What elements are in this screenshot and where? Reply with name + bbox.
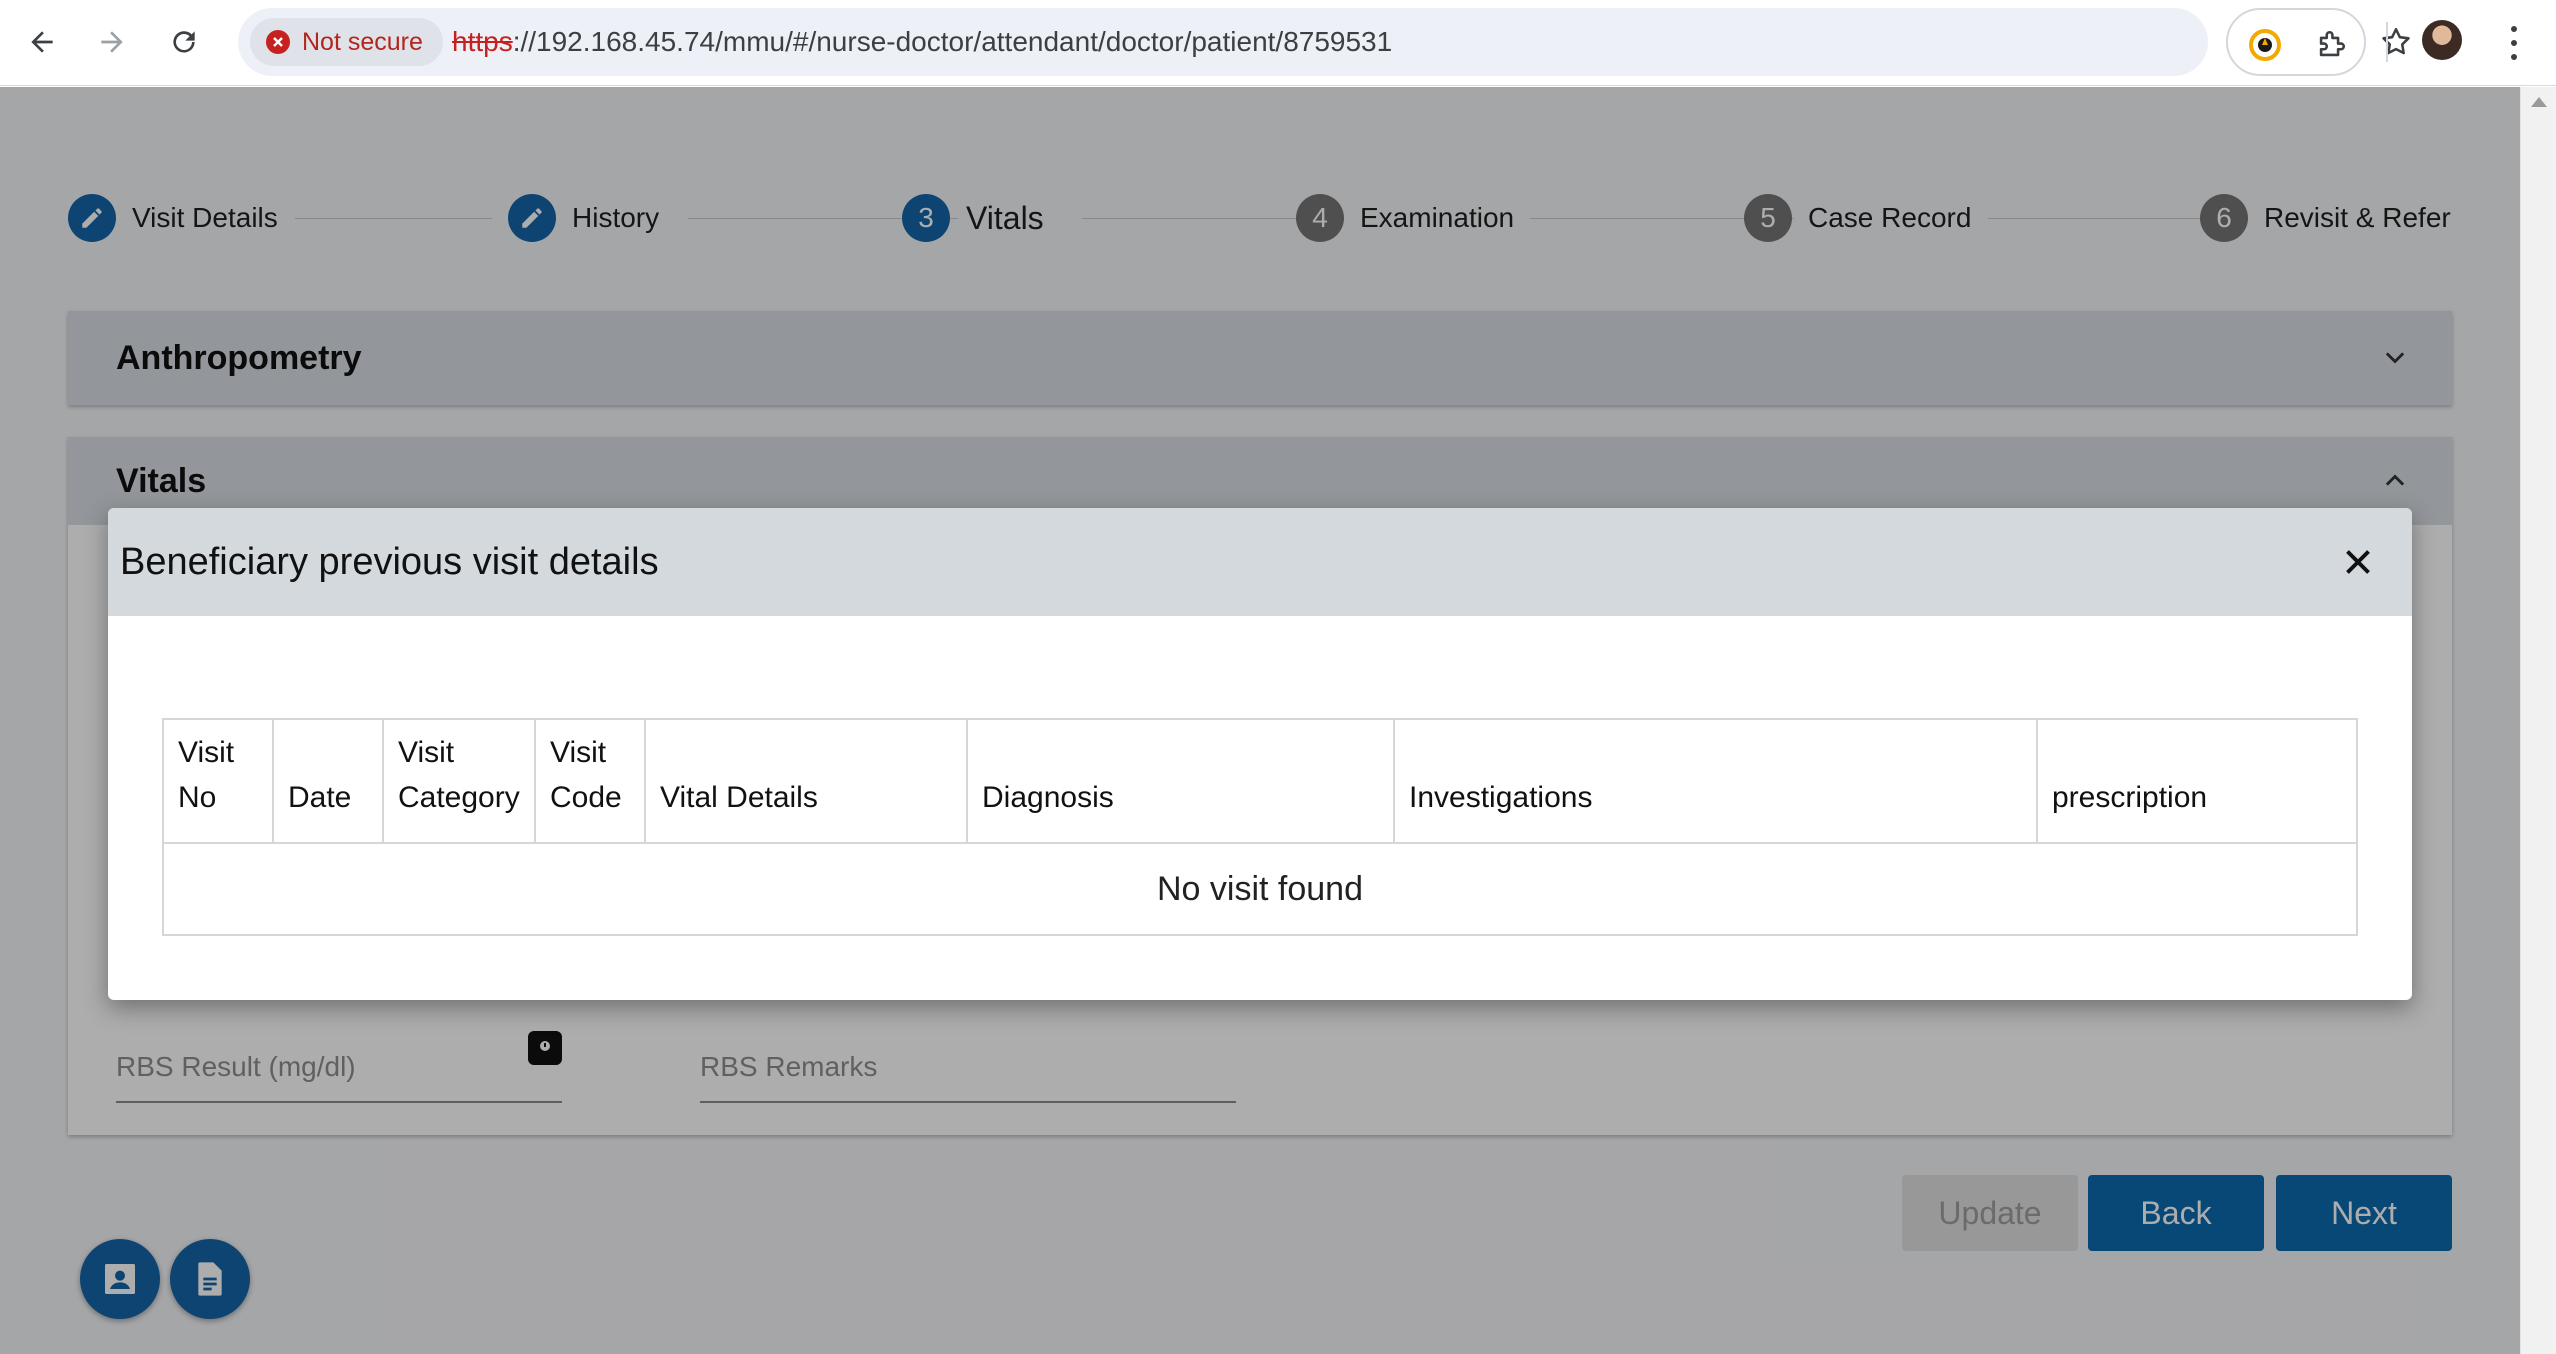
scroll-up-arrow-icon[interactable] [2531, 97, 2547, 107]
address-bar[interactable]: Not secure https://192.168.45.74/mmu/#/n… [238, 8, 2410, 76]
toolbar-divider [2386, 22, 2388, 62]
reload-icon[interactable] [158, 16, 210, 68]
profile-avatar[interactable] [2422, 20, 2462, 60]
browser-toolbar: Not secure https://192.168.45.74/mmu/#/n… [0, 0, 2556, 86]
dialog-header: Beneficiary previous visit details [108, 508, 2412, 616]
extension-icon[interactable] [2248, 28, 2282, 62]
column-header-investigations[interactable]: Investigations [1394, 719, 2038, 844]
column-header-diagnosis[interactable]: Diagnosis [967, 719, 1395, 844]
back-arrow-icon[interactable] [16, 16, 68, 68]
column-header-visit-category[interactable]: Visit Category [383, 719, 536, 844]
table-row: No visit found [163, 843, 2357, 935]
dialog-title: Beneficiary previous visit details [120, 540, 659, 583]
url-path: ://192.168.45.74/mmu/#/nurse-doctor/atte… [512, 26, 1393, 57]
table-header-row: Visit No Date Visit Category Visit Code Vit… [163, 719, 2357, 844]
bookmark-star-icon[interactable] [2374, 20, 2418, 64]
previous-visit-dialog: Beneficiary previous visit details Visit… [108, 508, 2412, 1000]
security-label: Not secure [302, 27, 423, 56]
close-icon[interactable] [2338, 542, 2378, 582]
url-scheme: https [452, 26, 513, 57]
puzzle-icon[interactable] [2314, 28, 2348, 62]
page-scrollbar[interactable] [2520, 87, 2556, 1354]
column-header-visit-no[interactable]: Visit No [163, 719, 274, 844]
visit-table: Visit No Date Visit Category Visit Code Vit… [162, 718, 2358, 936]
empty-message: No visit found [1157, 869, 1363, 908]
security-chip[interactable]: Not secure [250, 18, 443, 66]
warning-icon [266, 30, 290, 54]
url-text[interactable]: https://192.168.45.74/mmu/#/nurse-doctor… [452, 8, 1392, 76]
extensions-group [2226, 8, 2366, 76]
column-header-visit-code[interactable]: Visit Code [535, 719, 646, 844]
more-menu-icon[interactable] [2500, 22, 2528, 64]
forward-arrow-icon[interactable] [86, 16, 138, 68]
column-header-prescription[interactable]: prescription [2037, 719, 2357, 844]
column-header-vital-details[interactable]: Vital Details [645, 719, 968, 844]
column-header-date[interactable]: Date [273, 719, 384, 844]
